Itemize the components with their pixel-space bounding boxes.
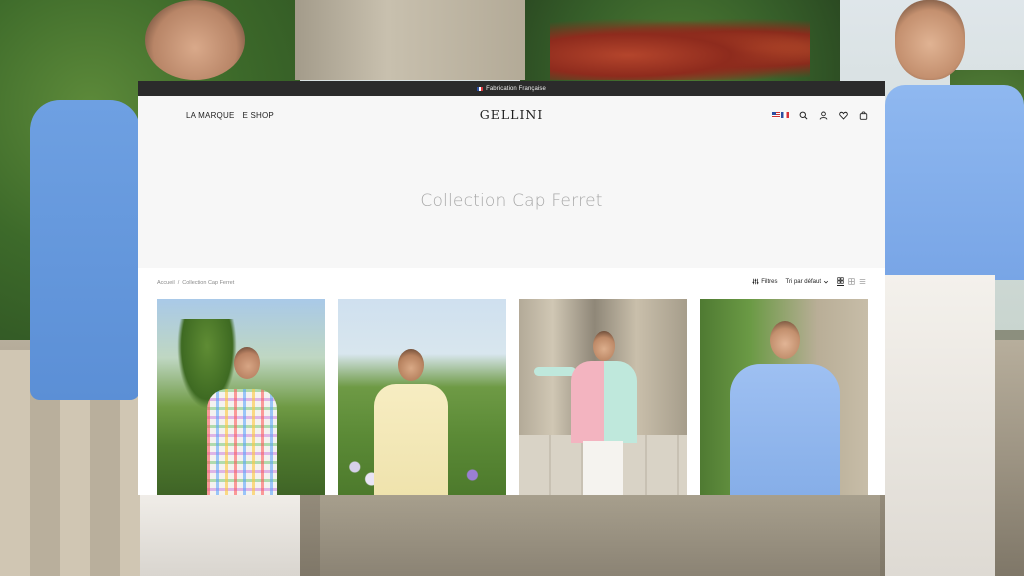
product-card-1[interactable] xyxy=(157,299,325,495)
product-card-4[interactable] xyxy=(700,299,868,495)
sort-select[interactable]: Tri par défaut xyxy=(786,279,829,285)
pink-mint-shirt xyxy=(571,361,637,443)
list-icon[interactable] xyxy=(859,278,866,285)
bg-red-leaves xyxy=(550,18,810,80)
model-head xyxy=(398,349,424,381)
grid-4-icon[interactable] xyxy=(837,277,844,286)
product-grid xyxy=(157,299,868,495)
breadcrumb: Accueil / Collection Cap Ferret xyxy=(157,280,234,286)
chevron-down-icon xyxy=(823,280,829,283)
language-switcher[interactable] xyxy=(772,112,789,118)
website-window: Fabrication Française LA MARQUE E SHOP G… xyxy=(138,81,885,495)
filters-label: Filtres xyxy=(761,278,778,285)
bg-model-right-shirt xyxy=(885,85,1024,280)
blue-shirt xyxy=(730,364,840,495)
bg-model-left-head xyxy=(145,0,245,80)
grid-2-icon[interactable] xyxy=(848,278,855,285)
yellow-shirt xyxy=(374,384,448,495)
bag-icon[interactable] xyxy=(857,109,869,121)
filters-icon xyxy=(752,278,759,285)
bg-stone-wall xyxy=(320,495,880,576)
breadcrumb-home[interactable]: Accueil xyxy=(157,280,175,286)
model-head xyxy=(234,347,260,379)
site-header: LA MARQUE E SHOP GELLINI xyxy=(138,96,885,134)
bg-model-right-head xyxy=(895,0,965,80)
multicolor-check-shirt xyxy=(207,389,277,495)
product-card-2[interactable] xyxy=(338,299,506,495)
filters-button[interactable]: Filtres xyxy=(752,278,778,285)
collection-toolbar: Accueil / Collection Cap Ferret Filtres … xyxy=(138,268,885,298)
flag-fr-icon xyxy=(477,86,484,91)
product-card-3[interactable] xyxy=(519,299,687,495)
collection-title: Collection Cap Ferret xyxy=(420,191,603,211)
model-arm xyxy=(534,367,576,376)
breadcrumb-separator: / xyxy=(177,280,180,286)
header-icons xyxy=(772,109,869,121)
heart-icon[interactable] xyxy=(837,109,849,121)
collection-hero: Collection Cap Ferret xyxy=(138,134,885,268)
flag-fr-icon xyxy=(781,112,789,118)
search-icon[interactable] xyxy=(797,109,809,121)
white-pants xyxy=(583,441,623,495)
bg-model-left-shirt xyxy=(30,100,140,400)
sort-label: Tri par défaut xyxy=(785,278,821,285)
model-head xyxy=(770,321,800,359)
announcement-text: Fabrication Française xyxy=(486,85,546,92)
user-icon[interactable] xyxy=(817,109,829,121)
collection-tools: Filtres Tri par défaut xyxy=(752,277,866,286)
flag-us-icon xyxy=(772,112,780,118)
bg-model-left-pants xyxy=(140,495,300,576)
model-head xyxy=(593,331,615,361)
view-switcher xyxy=(837,277,866,286)
bg-model-right-pants xyxy=(885,275,995,576)
announcement-bar: Fabrication Française xyxy=(138,81,885,96)
bg-stone-pillar xyxy=(295,0,525,80)
breadcrumb-current: Collection Cap Ferret xyxy=(182,280,235,286)
